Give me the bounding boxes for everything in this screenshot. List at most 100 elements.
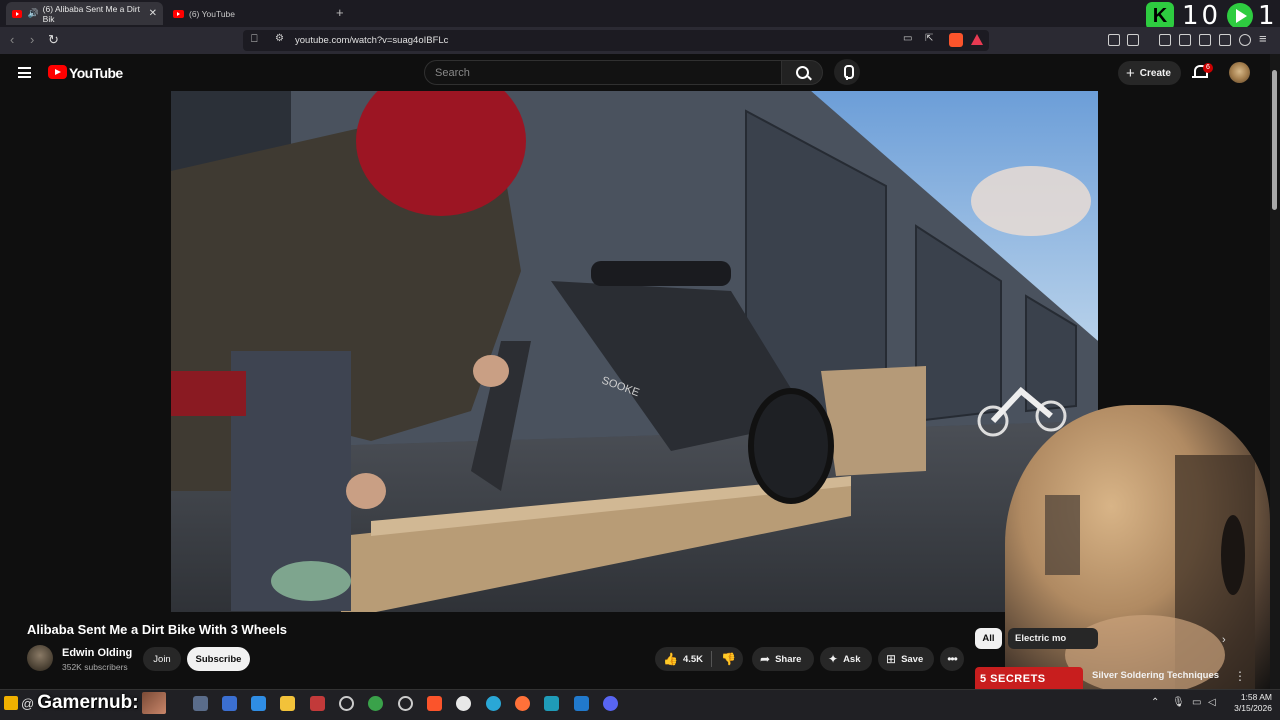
tab-active[interactable]: 🔊 (6) Alibaba Sent Me a Dirt Bik ✕	[6, 2, 163, 25]
leo-ai-icon[interactable]	[1219, 34, 1231, 46]
webcam-scene	[1045, 455, 1255, 695]
video-title: Alibaba Sent Me a Dirt Bike With 3 Wheel…	[27, 622, 287, 637]
url-field[interactable]: ⎕ ⚙ youtube.com/watch?v=suag4oIBFLc ▭ ⇱	[243, 30, 989, 51]
app-icon-5[interactable]	[310, 696, 325, 711]
like-dislike-divider	[711, 651, 712, 667]
notification-badge: 6	[1203, 63, 1213, 73]
reload-icon[interactable]: ↻	[48, 32, 59, 48]
subscribe-button[interactable]: Subscribe	[187, 647, 250, 671]
account-avatar[interactable]	[1229, 62, 1250, 83]
wallet-icon[interactable]	[1127, 34, 1139, 46]
volume-icon[interactable]: ◁	[1208, 697, 1216, 708]
app-icon-7[interactable]	[368, 696, 383, 711]
brave-icon[interactable]	[427, 696, 442, 711]
voice-search-icon[interactable]	[834, 59, 860, 85]
app-icon-3[interactable]	[251, 696, 266, 711]
new-tab-button[interactable]: +	[336, 5, 344, 20]
chip-electric[interactable]: Electric mo	[1008, 628, 1098, 649]
browser-tab-bar: 🔊 (6) Alibaba Sent Me a Dirt Bik ✕ (6) Y…	[0, 0, 1280, 27]
youtube-logo-text[interactable]: YouTube	[69, 65, 123, 81]
ask-label: Ask	[843, 653, 861, 665]
site-settings-icon[interactable]: ⚙	[275, 33, 284, 44]
firefox-icon[interactable]	[515, 696, 530, 711]
at-icon: @	[21, 695, 35, 711]
menu-icon[interactable]: ≡	[1259, 31, 1267, 46]
thumbs-up-icon: 👍	[663, 652, 678, 666]
mic-tray-icon[interactable]: 🎙	[1172, 697, 1185, 708]
stream-name-overlay: @ Gamernub:	[4, 690, 166, 716]
forward-icon[interactable]: ›	[30, 32, 34, 47]
kick-logo-icon: K	[1146, 2, 1174, 30]
brave-shield-icon[interactable]	[949, 33, 963, 47]
chip-all[interactable]: All	[975, 628, 1002, 649]
subscriber-count: 352K subscribers	[62, 662, 128, 672]
recommendation-title[interactable]: Silver Soldering Techniques	[1092, 670, 1219, 681]
app-icon-13[interactable]	[544, 696, 559, 711]
sparkle-icon: ✦	[828, 652, 839, 666]
windows-taskbar	[0, 689, 1280, 720]
more-actions-button[interactable]: •••	[940, 647, 964, 671]
guide-menu-icon[interactable]	[18, 67, 31, 78]
file-explorer-icon[interactable]	[280, 696, 295, 711]
chip-next-icon[interactable]: ›	[1222, 634, 1226, 646]
channel-name[interactable]: Edwin Olding	[62, 647, 132, 659]
youtube-logo-icon[interactable]	[48, 65, 67, 79]
chrome-icon[interactable]	[456, 696, 471, 711]
media-icon[interactable]	[1159, 34, 1171, 46]
youtube-favicon-icon	[12, 9, 23, 18]
vscode-icon[interactable]	[574, 696, 589, 711]
url-text: youtube.com/watch?v=suag4oIBFLc	[295, 35, 449, 46]
stream-name: Gamernub:	[37, 692, 139, 713]
video-frame-scene: SOOKE	[171, 91, 1098, 612]
wallet2-icon[interactable]	[1199, 34, 1211, 46]
youtube-header: YouTube Search + Create 6	[0, 54, 1270, 91]
play-circle-icon	[1227, 3, 1253, 29]
tab-youtube[interactable]: (6) YouTube	[167, 2, 327, 25]
tab-youtube-label: (6) YouTube	[189, 8, 235, 19]
clock-time: 1:58 AM	[1240, 692, 1272, 702]
share-button[interactable]: ➦ Share	[752, 647, 814, 671]
discord-icon[interactable]	[603, 696, 618, 711]
plus-icon: +	[1126, 64, 1135, 82]
dislike-button[interactable]: 👎	[715, 647, 743, 671]
scrollbar-thumb[interactable]	[1272, 70, 1277, 210]
save-button[interactable]: ⊞ Save	[878, 647, 934, 671]
rec-menu-icon[interactable]: ⋮	[1234, 669, 1246, 683]
video-player[interactable]: SOOKE	[171, 91, 1098, 612]
search-input[interactable]: Search	[424, 60, 782, 85]
share-icon: ➦	[760, 652, 771, 666]
youtube-favicon-icon	[173, 9, 184, 18]
streamer-webcam	[1005, 405, 1270, 695]
network-icon[interactable]: ▭	[1192, 697, 1201, 708]
speaker-icon[interactable]: 🔊	[27, 8, 38, 19]
like-count: 4.5K	[682, 653, 704, 665]
browser-address-bar: ‹ › ↻ ⎕ ⚙ youtube.com/watch?v=suag4oIBFL…	[0, 27, 1280, 54]
cast-icon[interactable]: ▭	[903, 33, 912, 44]
brave-rewards-icon[interactable]	[971, 34, 983, 45]
sidebar-icon[interactable]	[1179, 34, 1191, 46]
vpn-icon[interactable]	[1239, 34, 1251, 46]
clock-date: 3/15/2026	[1234, 703, 1272, 713]
app-icon-6[interactable]	[339, 696, 354, 711]
tray-chevron-icon[interactable]: ⌃	[1151, 697, 1159, 708]
back-icon[interactable]: ‹	[10, 32, 14, 47]
share-page-icon[interactable]: ⇱	[925, 33, 933, 44]
extensions-icon[interactable]	[1108, 34, 1120, 46]
obs-icon[interactable]	[398, 696, 413, 711]
thumbs-down-icon: 👎	[721, 652, 736, 666]
create-button[interactable]: + Create	[1118, 61, 1181, 85]
channel-avatar[interactable]	[27, 645, 53, 671]
app-icon-2[interactable]	[222, 696, 237, 711]
bookmark-icon[interactable]: ⎕	[251, 33, 258, 46]
join-button[interactable]: Join	[143, 647, 181, 671]
crown-icon	[4, 696, 18, 710]
save-label: Save	[901, 653, 924, 665]
stream-avatar	[141, 692, 166, 714]
app-icon-1[interactable]	[193, 696, 208, 711]
close-tab-icon[interactable]: ✕	[149, 8, 157, 19]
recommendation-thumbnail[interactable]: 5 SECRETS	[975, 667, 1083, 689]
taskbar-clock[interactable]: 1:58 AM 3/15/2026	[1226, 692, 1272, 714]
search-button[interactable]	[781, 60, 823, 85]
ask-button[interactable]: ✦ Ask	[820, 647, 872, 671]
edge-icon[interactable]	[486, 696, 501, 711]
